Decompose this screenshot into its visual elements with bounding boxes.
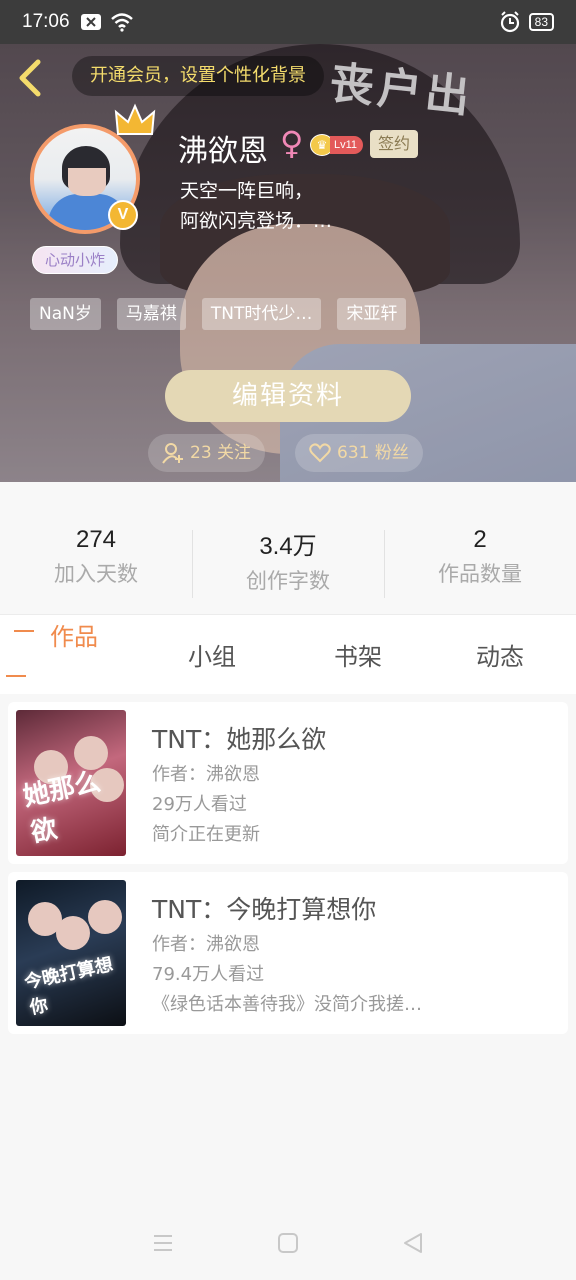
work-title[interactable]: TNT：今晚打算想你 — [152, 890, 376, 926]
stats-bar: 274 加入天数 3.4万 创作字数 2 作品数量 — [0, 482, 576, 614]
work-card[interactable]: 今晚打算想你 TNT：今晚打算想你 作者：沸欲恩 79.4万人看过 《绿色话本善… — [8, 872, 568, 1034]
stat-value: 274 — [75, 526, 117, 553]
work-author: 作者：沸欲恩 — [152, 934, 260, 955]
system-nav-bar — [0, 1206, 576, 1280]
book-cover[interactable]: 她那么欲 — [16, 710, 126, 856]
wifi-icon — [110, 13, 133, 32]
back-icon[interactable] — [14, 58, 48, 98]
verified-badge: V — [108, 200, 138, 230]
tab-bookshelf[interactable]: 书架 — [334, 637, 382, 672]
edit-profile-button[interactable]: 编辑资料 — [165, 370, 411, 422]
crown-icon — [114, 103, 156, 135]
alarm-icon — [500, 11, 519, 33]
status-bar: 17:06 83 — [0, 0, 576, 44]
book-cover[interactable]: 今晚打算想你 — [16, 880, 126, 1026]
fans-count: 631 粉丝 — [337, 443, 409, 463]
back-nav-icon[interactable] — [402, 1232, 424, 1254]
work-description: 简介正在更新 — [152, 824, 260, 845]
stat-word-count: 3.4万 创作字数 — [192, 526, 384, 614]
stat-label: 作品数量 — [438, 562, 522, 586]
tab-groups[interactable]: 小组 — [188, 637, 236, 672]
tab-activity[interactable]: 动态 — [476, 637, 524, 672]
work-author: 作者：沸欲恩 — [152, 764, 260, 785]
work-description: 《绿色话本善待我》没简介我搓… — [152, 994, 422, 1015]
bio-line: 阿欲闪亮登场．… — [180, 210, 333, 232]
following-button[interactable]: 23 关注 — [148, 434, 266, 472]
menu-icon[interactable] — [152, 1233, 174, 1253]
tab-indicator — [14, 630, 34, 632]
stat-join-days: 274 加入天数 — [0, 526, 192, 614]
tab-indicator — [6, 675, 26, 677]
home-icon[interactable] — [277, 1232, 299, 1254]
tag-group[interactable]: TNT时代少… — [201, 298, 322, 330]
cover-title: 今晚打算想你 — [22, 954, 115, 1019]
user-plus-icon — [162, 443, 183, 464]
fans-button[interactable]: 631 粉丝 — [295, 434, 423, 472]
battery-indicator: 83 — [528, 13, 554, 31]
tab-works[interactable]: 作品 — [50, 617, 98, 652]
level-text: Lv11 — [330, 136, 364, 154]
work-views: 79.4万人看过 — [152, 964, 265, 985]
username: 沸欲恩 — [178, 134, 268, 169]
bio[interactable]: 天空一阵巨响， 阿欲闪亮登场．… — [180, 176, 400, 236]
tag-idol[interactable]: 宋亚轩 — [337, 298, 407, 330]
profile-header: 丧户出 开通会员，设置个性化背景 V 心动小炸 沸欲恩 ♀ ♛ Lv11 签约 … — [0, 44, 576, 482]
status-time: 17:06 — [22, 11, 70, 32]
tag-idol[interactable]: 马嘉祺 — [116, 298, 186, 330]
female-gender-icon: ♀ — [280, 124, 304, 162]
status-sticker[interactable]: 心动小炸 — [32, 246, 119, 274]
stat-works-count: 2 作品数量 — [384, 526, 576, 614]
vip-background-banner[interactable]: 开通会员，设置个性化背景 — [72, 56, 324, 96]
stat-label: 创作字数 — [246, 569, 330, 593]
stat-label: 加入天数 — [54, 562, 138, 586]
work-views: 29万人看过 — [152, 794, 247, 815]
signed-badge: 签约 — [370, 130, 419, 158]
level-badge[interactable]: ♛ Lv11 — [310, 134, 364, 156]
bio-line: 天空一阵巨响， — [180, 180, 314, 202]
tag-age[interactable]: NaN岁 — [30, 298, 101, 330]
profile-tags: NaN岁 马嘉祺 TNT时代少… 宋亚轩 — [30, 298, 407, 330]
following-count: 23 关注 — [190, 443, 252, 463]
work-title[interactable]: TNT：她那么欲 — [152, 720, 326, 756]
profile-tabs: 作品 小组 书架 动态 — [0, 614, 576, 694]
stat-value: 3.4万 — [259, 533, 317, 560]
work-card[interactable]: 她那么欲 TNT：她那么欲 作者：沸欲恩 29万人看过 简介正在更新 — [8, 702, 568, 864]
heart-icon — [309, 443, 331, 463]
stat-value: 2 — [473, 526, 487, 553]
notification-icon — [80, 14, 101, 30]
